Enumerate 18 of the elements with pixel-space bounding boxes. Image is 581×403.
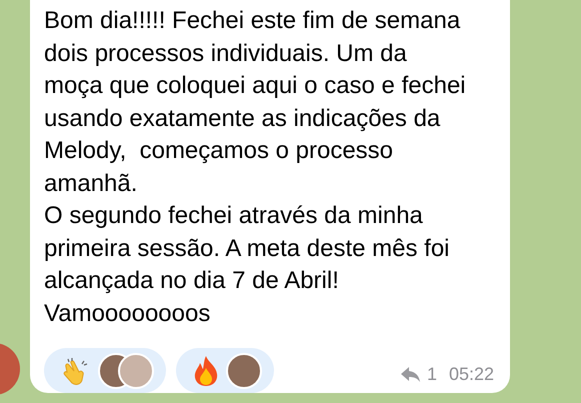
reaction-chip[interactable] (176, 348, 274, 393)
message-line: moça que coloquei aqui o caso e fechei (44, 72, 466, 99)
message-line: dois processos individuais. Um da (44, 40, 407, 66)
message-line: Bom dia!!!!! Fechei este fim de semana (44, 7, 460, 34)
user-avatar (118, 352, 154, 388)
message-line: alcançada no dia 7 de Abril! (44, 267, 339, 294)
message-line: amanhã. (44, 170, 138, 196)
message-line: usando exatamente as indicações da (44, 104, 440, 132)
message-line: primeira sessão. A meta deste mês foi (44, 234, 450, 262)
flame-icon (192, 354, 220, 386)
reply-count: 1 (426, 363, 437, 386)
user-avatar (226, 352, 262, 388)
message-time: 05:22 (448, 363, 494, 386)
message-line: Vamoooooooos (44, 300, 210, 326)
message-line: Melody, começamos o processo (44, 137, 394, 164)
reaction-chip[interactable] (44, 348, 166, 393)
reply-icon (400, 366, 421, 382)
message-line: O segundo fechei através da minha (44, 202, 423, 229)
